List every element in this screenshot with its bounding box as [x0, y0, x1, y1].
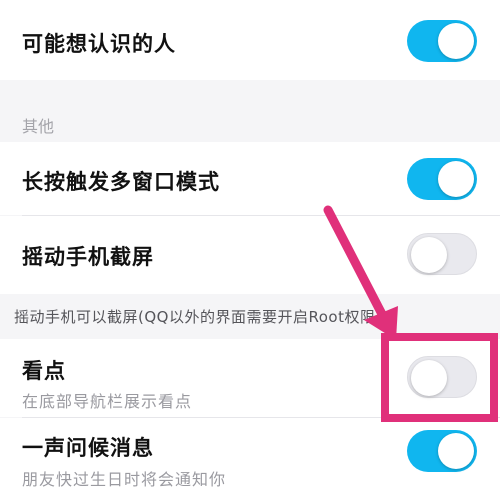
setting-title: 看点 [22, 359, 66, 383]
section-label: 其他 [22, 117, 55, 136]
note-text: 摇动手机可以截屏(QQ以外的界面需要开启Root权限)。 [14, 308, 398, 326]
watermark-logo: Bai du 经验 [407, 471, 492, 488]
setting-title: 一声问候消息 [22, 436, 154, 460]
setting-row-multiwindow: 长按触发多窗口模式 [0, 142, 500, 215]
toggle-knob [438, 161, 474, 197]
maybe-know-toggle[interactable] [407, 20, 477, 62]
setting-subtitle: 在底部导航栏展示看点 [22, 392, 193, 411]
greeting-toggle[interactable] [407, 430, 477, 472]
toggle-knob [438, 433, 474, 469]
setting-title: 长按触发多窗口模式 [22, 170, 220, 194]
multiwindow-toggle[interactable] [407, 158, 477, 200]
toggle-knob [438, 23, 474, 59]
shake-screenshot-toggle[interactable] [407, 233, 477, 275]
setting-title: 摇动手机截屏 [22, 245, 154, 269]
setting-row-shake-screenshot: 摇动手机截屏 [0, 216, 500, 294]
toggle-knob [411, 237, 447, 273]
setting-row-maybe-know: 可能想认识的人 [0, 0, 500, 80]
section-header-other: 其他 [0, 80, 500, 142]
setting-subtitle: 朋友快过生日时将会通知你 [22, 470, 227, 489]
setting-title: 可能想认识的人 [22, 32, 176, 56]
annotation-highlight-box [381, 333, 498, 422]
